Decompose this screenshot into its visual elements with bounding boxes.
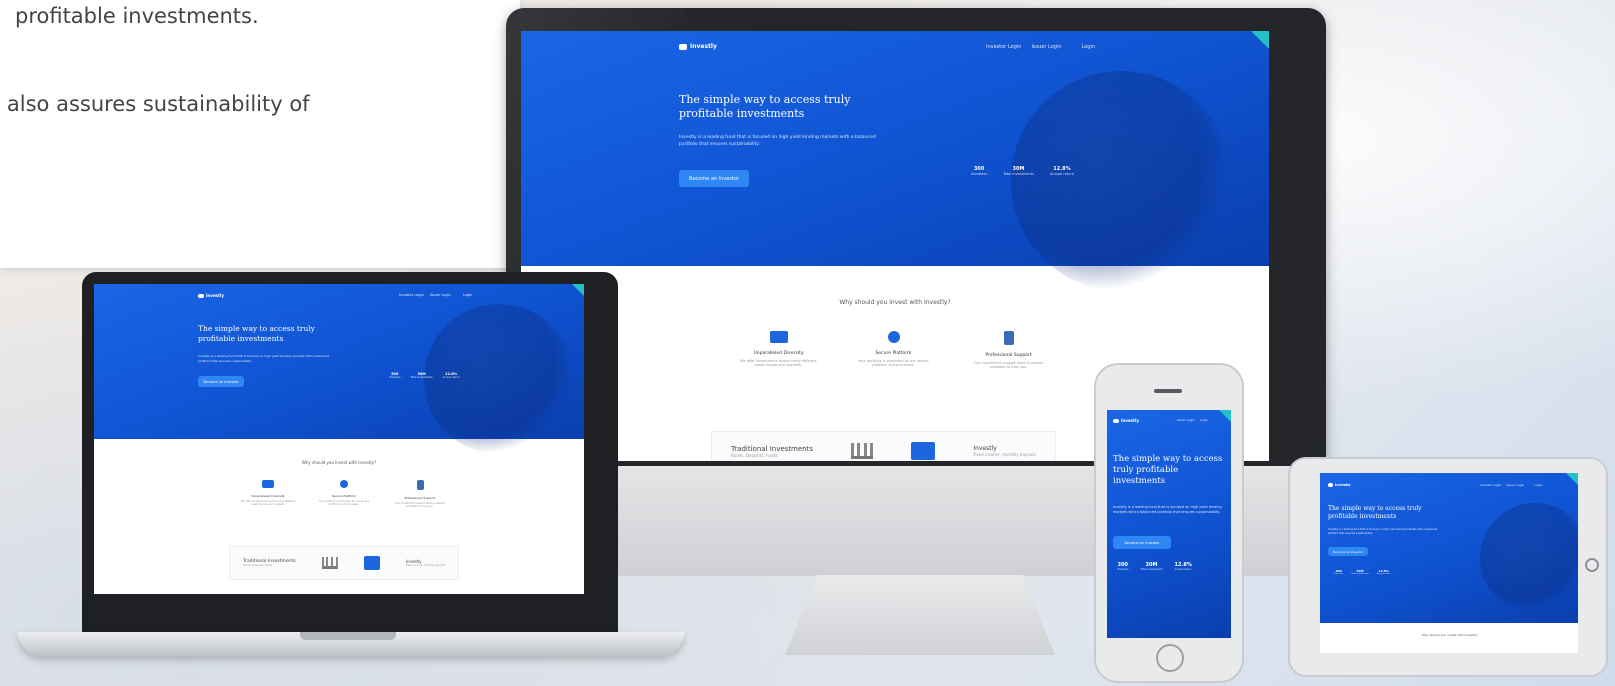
nav-issuer-login[interactable]: Issuer Login [1031, 44, 1061, 50]
stat-investors: 300 Investors [971, 166, 988, 176]
become-investor-button[interactable]: Become an investor [198, 376, 244, 387]
feature-diversity: Unparalleled Diversity We offer investme… [736, 331, 821, 369]
tablet-screen: Investly Investor Login Issuer Login Log… [1320, 473, 1578, 653]
hero-subtitle: Investly is a leading fund that is focus… [679, 135, 876, 147]
phone-speaker [1154, 389, 1182, 393]
corner-ribbon [1566, 473, 1578, 485]
intro-text-card: profitable investments. t also assures s… [0, 0, 520, 268]
logo-icon [1113, 418, 1119, 423]
comparison-box: Traditional Investments Bonds, Deposits,… [229, 546, 459, 580]
stat-return: 12.8% Annual return [1049, 166, 1074, 176]
stats-row: 300 Investors 30M Total investments 12.8% A… [971, 166, 1074, 176]
laptop-notch [300, 632, 396, 640]
hero-title: The simple way to access truly profitabl… [198, 324, 315, 343]
phone-screen: Investly Issuer Login Login The simple w… [1107, 410, 1231, 638]
tablet-nav: Investor Login Issuer Login Login [1480, 483, 1543, 487]
become-investor-button[interactable]: Become an investor [1113, 536, 1171, 549]
phone-nav: Issuer Login Login [1177, 418, 1209, 422]
person-icon [416, 480, 424, 490]
laptop-nav: Investor Login Issuer Login Login [399, 293, 473, 297]
become-investor-button[interactable]: Become an investor [1328, 547, 1368, 556]
corner-ribbon [1251, 31, 1269, 49]
diversity-icon [262, 480, 274, 488]
feature-secure: Secure Platform Your portfolio is protec… [851, 331, 936, 369]
logo-icon [198, 293, 204, 298]
shield-icon [340, 480, 348, 488]
phone-home-button[interactable] [1156, 644, 1184, 672]
person-icon [1003, 331, 1014, 345]
corner-ribbon [1219, 410, 1231, 422]
site-logo[interactable]: Investly [1328, 483, 1351, 487]
hero-title: The simple way to access truly profitabl… [1113, 454, 1223, 487]
stat-total: 30M Total investments [1003, 166, 1034, 176]
intro-line-1: profitable investments. [15, 4, 259, 28]
shield-icon [887, 331, 900, 343]
investly-title: Investly [973, 445, 997, 452]
hero-title: The simple way to access truly profitabl… [679, 93, 851, 121]
stats-row: 300 Investors 30M Total investments 12.8% A… [1117, 562, 1192, 571]
logo-text: Investly [690, 43, 717, 50]
bank-icon [321, 557, 338, 569]
why-title: Why should you invest with Investly? [301, 460, 377, 465]
tablet-home-button[interactable] [1585, 558, 1599, 572]
bank-icon [851, 443, 874, 459]
hero-subtitle: Investly is a leading fund that is focus… [1113, 505, 1222, 515]
site-logo[interactable]: Investly [1113, 418, 1139, 423]
site-logo[interactable]: Investly [679, 43, 717, 50]
features-row: Unparalleled Diversity We offer investme… [239, 480, 449, 508]
feature-support: Professional Support Our investment supp… [966, 331, 1051, 369]
globe-graphic [1011, 71, 1231, 291]
laptop-hero: Investly Investor Login Issuer Login Log… [94, 284, 584, 454]
globe-graphic [1480, 503, 1578, 613]
features-row: Unparalleled Diversity We offer investme… [736, 331, 1051, 369]
traditional-title: Traditional Investments [731, 444, 814, 453]
hero-subtitle: Investly is a leading fund that is focus… [198, 354, 330, 363]
diversity-icon [769, 331, 788, 343]
intro-line-2: t also assures sustainability of [0, 92, 310, 116]
globe-graphic [424, 304, 574, 454]
corner-ribbon [572, 284, 584, 296]
laptop-screen: Investly Investor Login Issuer Login Log… [94, 284, 584, 594]
nav-login[interactable]: Login [1082, 44, 1096, 50]
why-title: Why should you invest with Investly? [1422, 633, 1478, 637]
desktop-nav: Investor Login Issuer Login Login [986, 44, 1095, 50]
hero-title: The simple way to access truly profitabl… [1328, 505, 1422, 520]
logo-icon [1328, 483, 1333, 487]
become-investor-button[interactable]: Become an investor [679, 170, 749, 187]
why-title: Why should you invest with Investly? [839, 299, 951, 306]
desktop-monitor-stand [785, 575, 1055, 655]
site-logo[interactable]: Investly [198, 293, 224, 298]
phone-hero: Investly Issuer Login Login The simple w… [1107, 410, 1231, 638]
comparison-box: Traditional Investments Bonds, Deposits,… [711, 431, 1056, 461]
desktop-hero: Investly Investor Login Issuer Login Log… [521, 31, 1269, 291]
tablet-hero: Investly Investor Login Issuer Login Log… [1320, 473, 1578, 623]
chart-icon [911, 442, 936, 460]
hero-subtitle: Investly is a leading fund that is focus… [1328, 528, 1438, 535]
logo-icon [679, 43, 687, 50]
stats-row: 300 Investors 30M Total investments 12.8% A… [389, 372, 460, 379]
chart-icon [363, 556, 380, 570]
nav-investor-login[interactable]: Investor Login [986, 44, 1021, 50]
stats-row: 300 Investors 30M Total investments 12.8% A… [1334, 569, 1391, 575]
